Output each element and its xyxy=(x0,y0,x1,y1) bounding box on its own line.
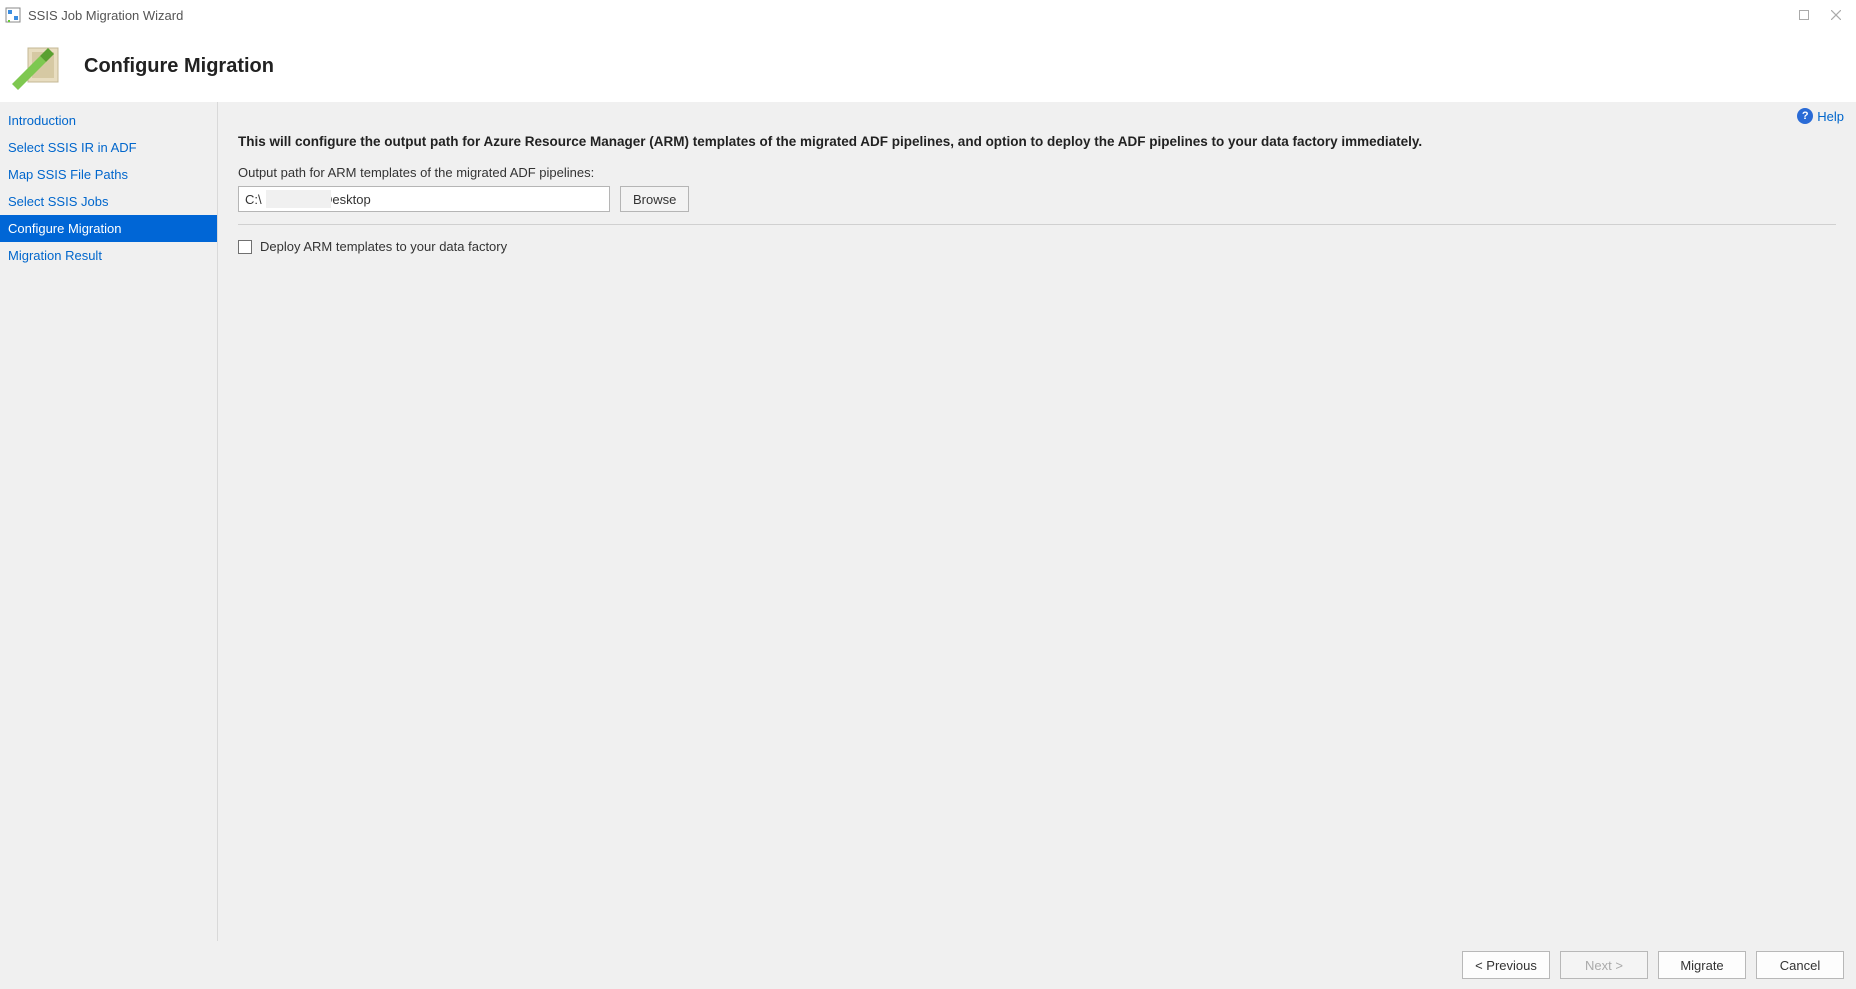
footer: < Previous Next > Migrate Cancel xyxy=(0,941,1856,989)
help-row: ? Help xyxy=(218,102,1856,124)
wizard-icon xyxy=(10,38,66,94)
previous-button[interactable]: < Previous xyxy=(1462,951,1550,979)
content-inner: This will configure the output path for … xyxy=(218,124,1856,254)
content-pane: ? Help This will configure the output pa… xyxy=(218,102,1856,941)
sidebar-item-introduction[interactable]: Introduction xyxy=(0,107,217,134)
page-header: Configure Migration xyxy=(0,30,1856,102)
deploy-checkbox-row: Deploy ARM templates to your data factor… xyxy=(238,239,1836,254)
window-controls xyxy=(1788,3,1852,27)
output-path-label: Output path for ARM templates of the mig… xyxy=(238,165,1836,180)
maximize-icon[interactable] xyxy=(1788,3,1820,27)
sidebar-item-migration-result[interactable]: Migration Result xyxy=(0,242,217,269)
migrate-button[interactable]: Migrate xyxy=(1658,951,1746,979)
sidebar-item-select-ssis-ir[interactable]: Select SSIS IR in ADF xyxy=(0,134,217,161)
window-title: SSIS Job Migration Wizard xyxy=(28,8,183,23)
title-bar: SSIS Job Migration Wizard xyxy=(0,0,1856,30)
deploy-checkbox-label: Deploy ARM templates to your data factor… xyxy=(260,239,507,254)
sidebar-item-map-file-paths[interactable]: Map SSIS File Paths xyxy=(0,161,217,188)
help-label: Help xyxy=(1817,109,1844,124)
output-path-input[interactable]: C:\ \Desktop xyxy=(238,186,610,212)
help-icon: ? xyxy=(1797,108,1813,124)
sidebar: Introduction Select SSIS IR in ADF Map S… xyxy=(0,102,218,941)
browse-button[interactable]: Browse xyxy=(620,186,689,212)
description-text: This will configure the output path for … xyxy=(238,134,1836,149)
next-button[interactable]: Next > xyxy=(1560,951,1648,979)
redacted-mask xyxy=(266,190,331,208)
divider xyxy=(238,224,1836,225)
body-area: Introduction Select SSIS IR in ADF Map S… xyxy=(0,102,1856,941)
sidebar-item-select-ssis-jobs[interactable]: Select SSIS Jobs xyxy=(0,188,217,215)
help-link[interactable]: ? Help xyxy=(1797,108,1844,124)
page-title: Configure Migration xyxy=(84,55,274,78)
deploy-checkbox[interactable] xyxy=(238,240,252,254)
output-path-row: C:\ \Desktop Browse xyxy=(238,186,1836,224)
sidebar-item-configure-migration[interactable]: Configure Migration xyxy=(0,215,217,242)
cancel-button[interactable]: Cancel xyxy=(1756,951,1844,979)
close-icon[interactable] xyxy=(1820,3,1852,27)
app-icon xyxy=(4,6,22,24)
